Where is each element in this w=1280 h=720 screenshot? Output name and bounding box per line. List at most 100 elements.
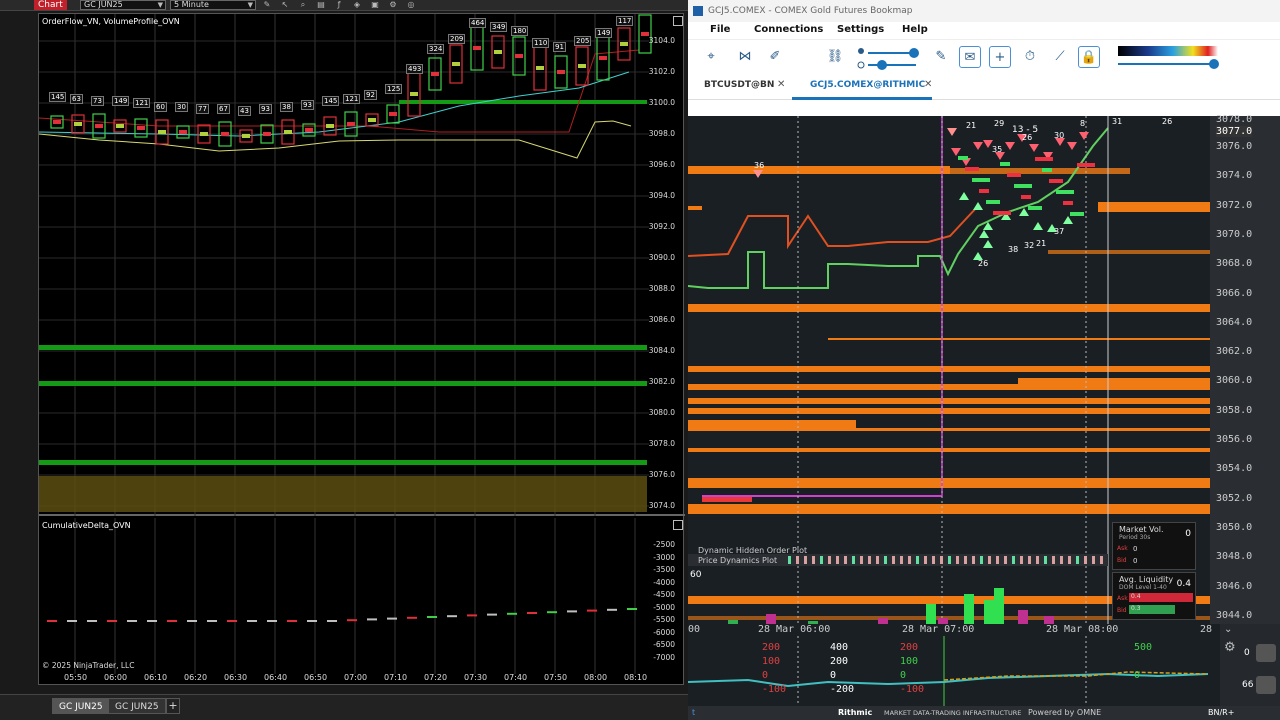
chart-line-icon[interactable]: ⟋: [1049, 46, 1071, 68]
liquidity-cluster: [972, 178, 990, 182]
bar-volume-label: 63: [70, 94, 83, 104]
price-level-label: 3076.0: [1216, 141, 1253, 152]
liquidity-cluster: [1035, 157, 1053, 161]
add-tab-icon[interactable]: +: [166, 698, 180, 714]
strategy-icon[interactable]: ◈: [352, 0, 362, 10]
dynamic-plot-tick: [1076, 556, 1079, 564]
panel-maximize-icon[interactable]: [673, 16, 683, 26]
cumulative-delta-panel[interactable]: CumulativeDelta_OVN -2500 -3000 -3500 -4000…: [39, 518, 685, 674]
bars-icon[interactable]: ▤: [316, 0, 326, 10]
chart-area[interactable]: OrderFlow_VN, VolumeProfile_OVN 3104.0 31…: [38, 13, 685, 685]
volume-bar: [964, 594, 974, 624]
chart-tab[interactable]: Chart: [34, 0, 67, 10]
ask-label: Ask: [1117, 595, 1128, 602]
bm-time-axis: 00 28 Mar 06:00 28 Mar 07:00 28 Mar 08:00 28: [688, 624, 1220, 636]
lower-axis-label: 400: [830, 642, 849, 653]
twitter-icon[interactable]: t: [692, 706, 695, 720]
avg-liquidity-sub: DOM Level 1-40: [1119, 584, 1167, 591]
bar-volume-label: 30: [175, 102, 188, 112]
liquidity-cluster: [1077, 163, 1095, 167]
menu-help[interactable]: Help: [902, 24, 928, 35]
pointer-icon[interactable]: ↖: [280, 0, 290, 10]
lock-icon[interactable]: 🔒: [1078, 46, 1100, 68]
toggle-button-a[interactable]: [1256, 644, 1276, 662]
price-panel[interactable]: OrderFlow_VN, VolumeProfile_OVN 3104.0 31…: [38, 14, 685, 516]
ask-liquidity-bar: 0.4: [1129, 593, 1193, 602]
price-ladder[interactable]: 3078.0 3077.0 3076.0 3074.0 3072.0 3070.0 3068…: [1210, 114, 1280, 624]
share-icon[interactable]: ⋈: [734, 46, 756, 68]
heatmap-chart[interactable]: 36 21 29 26 30 8 31 26 35 13 - 5 38 37 32 26 21 Dynami…: [688, 116, 1210, 624]
bottom-tab-gc-jun25[interactable]: GC JUN25: [52, 698, 110, 714]
contrast-sliders[interactable]: [856, 46, 920, 72]
indicator-icon[interactable]: ƒ: [334, 0, 344, 10]
price-tick-label: 3082.0: [648, 377, 675, 386]
lower-axis-label: 100: [900, 656, 919, 667]
toggle-button-b[interactable]: [1256, 676, 1276, 694]
price-level-label: 3054.0: [1216, 463, 1253, 475]
crosshair-icon[interactable]: +: [989, 46, 1011, 68]
price-level-label: 3078.0: [1216, 114, 1253, 125]
footprint-poc: [116, 124, 124, 128]
settings-gear-icon[interactable]: ⚙: [1224, 640, 1236, 655]
dynamic-plot-tick: [868, 556, 871, 564]
time-label: 28 Mar 08:00: [1046, 624, 1119, 635]
tab-gcj5-comex[interactable]: GCJ5.COMEX@RITHMIC: [810, 80, 925, 90]
volume-bar: [1018, 610, 1028, 624]
template-icon[interactable]: ▣: [370, 0, 380, 10]
close-icon[interactable]: ✕: [777, 79, 785, 90]
bottom-tab-gc-jun25-2[interactable]: GC JUN25: [108, 698, 166, 714]
bar-volume-label: 493: [406, 64, 424, 74]
price-tick-label: 3098.0: [648, 129, 675, 138]
close-icon[interactable]: ✕: [924, 79, 932, 90]
liquidity-cluster: [958, 156, 968, 160]
properties-icon[interactable]: ⚙: [388, 0, 398, 10]
chevron-down-icon[interactable]: ⌄: [1224, 624, 1232, 635]
instrument-select[interactable]: GC JUN25 ▼: [80, 0, 166, 10]
liquidity-cluster: [1007, 173, 1021, 177]
draw-icon[interactable]: ✎: [262, 0, 272, 10]
footprint-poc: [452, 62, 460, 66]
lower-axis-label: 0: [1134, 670, 1141, 681]
window-title: GCJ5.COMEX - COMEX Gold Futures Bookmap: [708, 6, 913, 16]
menu-connections[interactable]: Connections: [754, 24, 823, 35]
time-label: 28: [1200, 624, 1213, 635]
market-vol-widget[interactable]: Market Vol. Period 30s 0 Ask 0 Bid 0: [1112, 522, 1196, 570]
panel-maximize-icon[interactable]: [673, 520, 683, 530]
bid-label: Bid: [1117, 557, 1127, 564]
avg-liquidity-widget[interactable]: Avg. Liquidity DOM Level 1-40 0.4 Ask 0.…: [1112, 572, 1196, 620]
delta-bar: [327, 620, 337, 622]
delta-tick-label: -5000: [653, 602, 675, 612]
price-level-label: 3068.0: [1216, 258, 1253, 270]
zoom-icon[interactable]: ⌕: [298, 0, 308, 10]
snapshot-icon[interactable]: ◎: [406, 0, 416, 10]
buy-trade-marker: [983, 240, 993, 248]
trade-size-label: 26: [1162, 117, 1172, 126]
tab-btcusdt[interactable]: BTCUSDT@BN: [704, 80, 774, 90]
lower-indicator-panel[interactable]: 200 100 0 -100 400 200 0 -200 200 100 0 -100 500 0: [687, 636, 1220, 706]
price-level-label: 3050.0: [1216, 521, 1253, 533]
dynamic-plot-tick: [916, 556, 919, 564]
timer-icon[interactable]: ⏱: [1019, 46, 1041, 68]
footprint-poc: [137, 126, 145, 130]
dynamic-plot-tick: [940, 556, 943, 564]
price-panel-label: OrderFlow_VN, VolumeProfile_OVN: [42, 17, 180, 26]
time-tick-label: 06:30: [224, 673, 248, 682]
crosshair-settings-icon[interactable]: ⌖: [700, 46, 722, 68]
heatmap-color-scale[interactable]: [1116, 44, 1220, 72]
bar-volume-label: 92: [364, 90, 377, 100]
chat-icon[interactable]: ✉: [959, 46, 981, 68]
bar-volume-label: 205: [574, 36, 592, 46]
price-level-label: 3056.0: [1216, 434, 1253, 445]
pencil-icon[interactable]: ✎: [930, 46, 952, 68]
menu-file[interactable]: File: [710, 24, 730, 35]
lower-axis-label: 0: [762, 670, 769, 681]
link-icon[interactable]: ⛓: [824, 46, 846, 68]
lower-right-panel: ⚙ 0 66 ⌄: [1220, 624, 1280, 706]
menu-settings[interactable]: Settings: [837, 24, 884, 35]
brush-icon[interactable]: ✐: [764, 46, 786, 68]
time-tick-label: 07:40: [504, 673, 528, 682]
delta-bar: [267, 620, 277, 622]
liquidity-cluster: [1014, 184, 1032, 188]
interval-select[interactable]: 5 Minute ▼: [170, 0, 256, 10]
price-level-label: 3048.0: [1216, 551, 1253, 563]
